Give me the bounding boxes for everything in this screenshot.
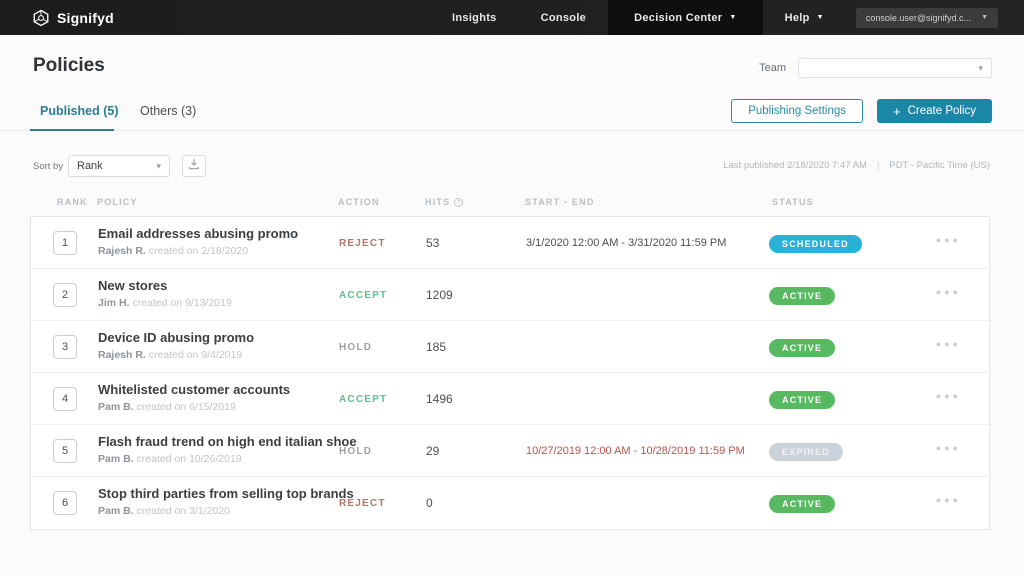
top-navbar: Signifyd Insights Console Decision Cente…: [0, 0, 1024, 35]
row-menu-button[interactable]: ●●●: [936, 443, 961, 453]
policy-subtext: Pam B. created on 3/1/2020: [98, 505, 354, 517]
hits-help-icon[interactable]: ?: [454, 198, 463, 207]
action-label: REJECT: [339, 498, 386, 509]
policy-title[interactable]: Whitelisted customer accounts: [98, 382, 290, 397]
action-label: HOLD: [339, 342, 372, 353]
row-menu-button[interactable]: ●●●: [936, 339, 961, 349]
hits-value: 29: [426, 444, 439, 458]
action-label: HOLD: [339, 446, 372, 457]
nav-item-decision-center[interactable]: Decision Center ▼: [608, 0, 762, 35]
team-label: Team: [759, 62, 786, 74]
policy-title[interactable]: Device ID abusing promo: [98, 330, 254, 345]
hits-value: 1496: [426, 392, 453, 406]
policy-subtext: Rajesh R. created on 2/18/2020: [98, 245, 298, 257]
table-row: 4 Whitelisted customer accounts Pam B. c…: [31, 373, 989, 425]
col-header-hits: HITS?: [425, 197, 463, 207]
hits-value: 53: [426, 236, 439, 250]
policy-title[interactable]: Stop third parties from selling top bran…: [98, 486, 354, 501]
chevron-down-icon: ▼: [981, 14, 988, 21]
status-badge: EXPIRED: [769, 443, 843, 461]
tab-published[interactable]: Published (5): [40, 104, 118, 118]
hits-value: 185: [426, 340, 446, 354]
chevron-down-icon: ▾: [156, 161, 161, 172]
brand[interactable]: Signifyd: [32, 9, 114, 27]
table-row: 5 Flash fraud trend on high end italian …: [31, 425, 989, 477]
chevron-down-icon: ▼: [817, 14, 824, 21]
policy-subtext: Rajesh R. created on 9/4/2019: [98, 349, 254, 361]
policy-subtext: Pam B. created on 10/26/2019: [98, 453, 357, 465]
status-badge: SCHEDULED: [769, 235, 862, 253]
download-button[interactable]: [182, 155, 206, 177]
row-menu-button[interactable]: ●●●: [936, 495, 961, 505]
table-row: 2 New stores Jim H. created on 9/13/2019…: [31, 269, 989, 321]
sort-select-value: Rank: [77, 160, 103, 172]
action-label: ACCEPT: [339, 394, 387, 405]
chevron-down-icon: ▾: [978, 63, 983, 74]
nav-item-console[interactable]: Console: [519, 0, 609, 35]
rank-box: 4: [53, 387, 77, 411]
account-email: console.user@signifyd.c...: [866, 13, 971, 23]
start-end-value: 3/1/2020 12:00 AM - 3/31/2020 11:59 PM: [526, 237, 726, 249]
nav-item-insights[interactable]: Insights: [430, 0, 519, 35]
policy-title[interactable]: Email addresses abusing promo: [98, 226, 298, 241]
rank-box: 5: [53, 439, 77, 463]
last-published-info: Last published 2/18/2020 7:47 AM|PDT - P…: [723, 160, 990, 171]
status-badge: ACTIVE: [769, 495, 835, 513]
col-header-start-end: START - END: [525, 197, 595, 207]
row-menu-button[interactable]: ●●●: [936, 235, 961, 245]
policy-subtext: Jim H. created on 9/13/2019: [98, 297, 232, 309]
table-header: RANK POLICY ACTION HITS? START - END STA…: [30, 197, 990, 211]
sort-select[interactable]: Rank ▾: [68, 155, 170, 177]
policy-title[interactable]: New stores: [98, 278, 232, 293]
status-badge: ACTIVE: [769, 287, 835, 305]
sort-by-label: Sort by: [33, 161, 63, 172]
start-end-value: 10/27/2019 12:00 AM - 10/28/2019 11:59 P…: [526, 445, 745, 457]
col-header-status: STATUS: [772, 197, 814, 207]
rank-box: 6: [53, 491, 77, 515]
table-row: 3 Device ID abusing promo Rajesh R. crea…: [31, 321, 989, 373]
download-icon: [188, 157, 200, 175]
brand-name: Signifyd: [57, 10, 114, 26]
publishing-settings-button[interactable]: Publishing Settings: [731, 99, 863, 123]
rank-box: 1: [53, 231, 77, 255]
page-title: Policies: [33, 55, 105, 77]
chevron-down-icon: ▼: [729, 14, 736, 21]
policy-title[interactable]: Flash fraud trend on high end italian sh…: [98, 434, 357, 449]
active-tab-underline: [30, 129, 114, 131]
action-label: REJECT: [339, 238, 386, 249]
hits-value: 1209: [426, 288, 453, 302]
col-header-rank: RANK: [57, 197, 88, 207]
row-menu-button[interactable]: ●●●: [936, 287, 961, 297]
table-row: 1 Email addresses abusing promo Rajesh R…: [31, 217, 989, 269]
status-badge: ACTIVE: [769, 339, 835, 357]
rank-box: 3: [53, 335, 77, 359]
col-header-policy: POLICY: [97, 197, 138, 207]
rank-box: 2: [53, 283, 77, 307]
create-policy-button[interactable]: + Create Policy: [877, 99, 992, 123]
hits-value: 0: [426, 496, 433, 510]
table-row: 6 Stop third parties from selling top br…: [31, 477, 989, 529]
team-select[interactable]: ▾: [798, 58, 992, 78]
tab-others[interactable]: Others (3): [140, 104, 196, 118]
plus-icon: +: [893, 105, 901, 118]
col-header-action: ACTION: [338, 197, 380, 207]
policy-table: 1 Email addresses abusing promo Rajesh R…: [30, 216, 990, 530]
status-badge: ACTIVE: [769, 391, 835, 409]
account-menu[interactable]: console.user@signifyd.c... ▼: [856, 8, 998, 28]
policy-subtext: Pam B. created on 6/15/2019: [98, 401, 290, 413]
action-label: ACCEPT: [339, 290, 387, 301]
signifyd-logo-icon: [32, 9, 50, 27]
nav-item-help[interactable]: Help ▼: [763, 0, 846, 35]
row-menu-button[interactable]: ●●●: [936, 391, 961, 401]
